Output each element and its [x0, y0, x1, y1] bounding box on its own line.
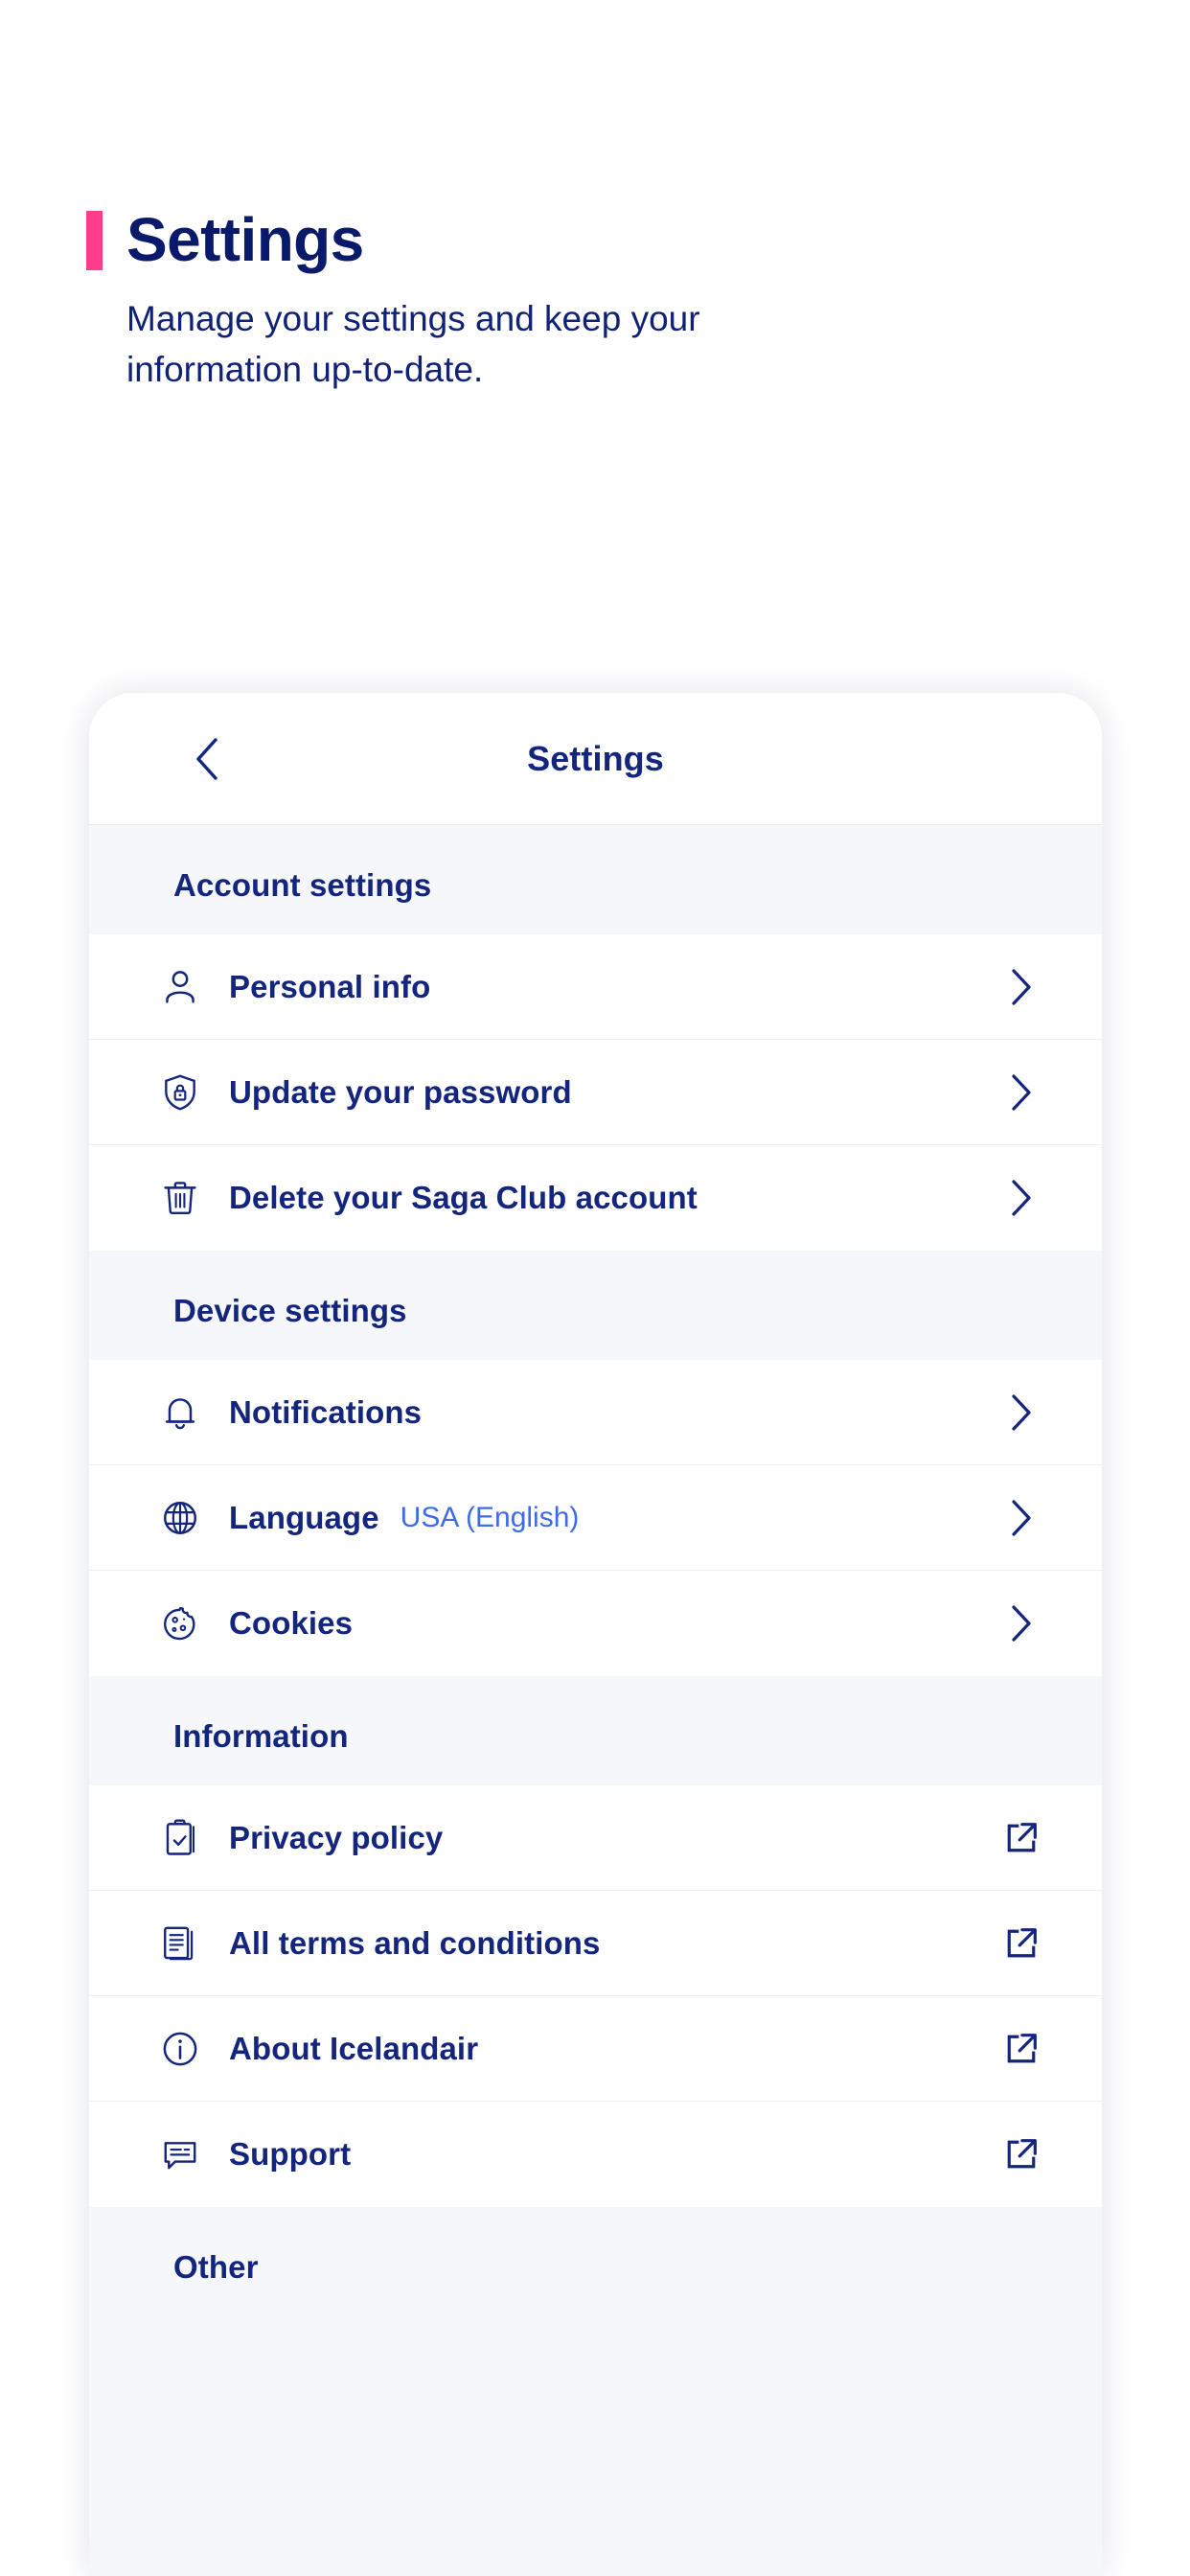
settings-row-label: All terms and conditions	[229, 1924, 601, 1961]
settings-group: Notifications Language USA (English) Cook…	[89, 1360, 1102, 1676]
chevron-right-icon[interactable]	[1000, 1497, 1042, 1539]
section-header: Other	[173, 2249, 259, 2285]
settings-row[interactable]: Personal info	[89, 934, 1102, 1040]
settings-row[interactable]: All terms and conditions	[89, 1891, 1102, 1996]
settings-row-label: Support	[229, 2136, 352, 2172]
settings-row-label: Personal info	[229, 968, 431, 1004]
settings-row[interactable]: Language USA (English)	[89, 1465, 1102, 1571]
external-link-icon[interactable]	[1000, 2028, 1042, 2070]
settings-row[interactable]: Cookies	[89, 1571, 1102, 1676]
settings-row-label: Delete your Saga Club account	[229, 1180, 698, 1215]
chevron-right-icon[interactable]	[1000, 1177, 1042, 1219]
settings-row-value: USA (English)	[400, 1501, 580, 1533]
page-title-row: Settings	[86, 209, 1190, 270]
back-button[interactable]	[185, 737, 229, 781]
card-title: Settings	[527, 738, 664, 778]
chevron-right-icon[interactable]	[1000, 1602, 1042, 1644]
settings-row-label: Notifications	[229, 1393, 423, 1430]
settings-group: Personal info Update your password Delet…	[89, 934, 1102, 1251]
settings-row[interactable]: About Icelandair	[89, 1996, 1102, 2102]
section-header: Device settings	[173, 1293, 407, 1328]
external-link-icon[interactable]	[1000, 2133, 1042, 2175]
section-header: Information	[173, 1718, 349, 1754]
settings-group: Privacy policy All terms and conditions …	[89, 1785, 1102, 2207]
info-circle-icon	[158, 2027, 202, 2071]
page-header: Settings Manage your settings and keep y…	[0, 0, 1190, 395]
chat-icon	[158, 2132, 202, 2176]
settings-row-label: Cookies	[229, 1605, 354, 1641]
section-header: Account settings	[173, 867, 432, 903]
page-title: Settings	[126, 205, 364, 274]
globe-icon	[158, 1496, 202, 1540]
trash-icon	[158, 1176, 202, 1220]
external-link-icon[interactable]	[1000, 1817, 1042, 1859]
settings-row[interactable]: Delete your Saga Club account	[89, 1145, 1102, 1251]
settings-row-label: About Icelandair	[229, 2030, 479, 2066]
external-link-icon[interactable]	[1000, 1922, 1042, 1965]
shield-lock-icon	[158, 1070, 202, 1115]
chevron-right-icon[interactable]	[1000, 1392, 1042, 1434]
chevron-right-icon[interactable]	[1000, 966, 1042, 1008]
chevron-left-icon	[193, 737, 221, 781]
settings-row-label: Update your password	[229, 1073, 572, 1110]
settings-row[interactable]: Update your password	[89, 1040, 1102, 1145]
person-icon	[158, 965, 202, 1009]
card-topbar: Settings	[89, 693, 1102, 825]
cookie-icon	[158, 1601, 202, 1645]
chevron-right-icon[interactable]	[1000, 1071, 1042, 1114]
bell-icon	[158, 1391, 202, 1435]
settings-row[interactable]: Support	[89, 2102, 1102, 2207]
documents-icon	[158, 1921, 202, 1966]
card-body: Account settings Personal info Update yo…	[89, 825, 1102, 2576]
settings-row[interactable]: Notifications	[89, 1360, 1102, 1465]
settings-row[interactable]: Privacy policy	[89, 1785, 1102, 1891]
page-subtitle: Manage your settings and keep your infor…	[126, 299, 700, 389]
settings-row-label: Language	[229, 1499, 379, 1535]
settings-row-label: Privacy policy	[229, 1819, 444, 1855]
clipboard-check-icon	[158, 1816, 202, 1860]
accent-bar	[86, 211, 103, 270]
phone-preview-card: Settings Account settings Personal info …	[89, 693, 1102, 2576]
